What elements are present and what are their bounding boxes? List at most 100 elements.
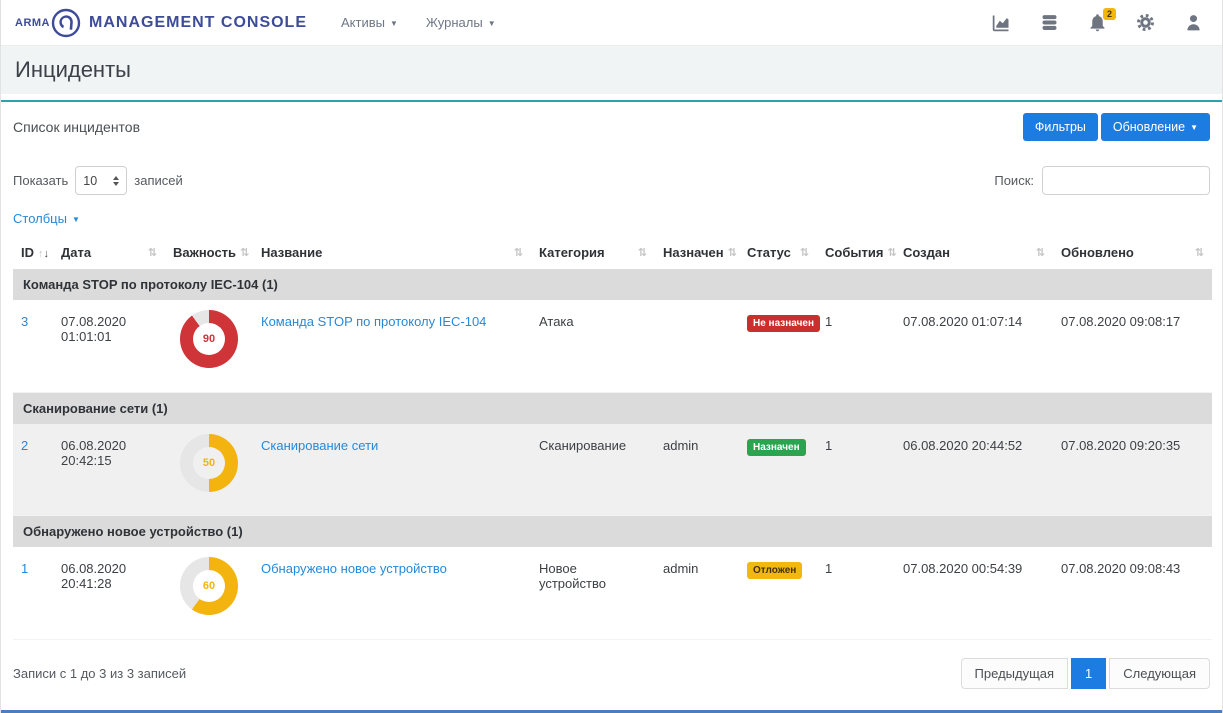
chevron-down-icon: ▼	[1190, 124, 1198, 132]
sort-icon: ⇅	[638, 246, 647, 259]
column-header-assignee[interactable]: Назначен⇅	[655, 236, 739, 269]
incident-name-link[interactable]: Команда STOP по протоколу IEC-104	[261, 314, 486, 329]
group-header-row: Команда STOP по протоколу IEC-104 (1)	[13, 269, 1212, 300]
page-title: Инциденты	[15, 57, 131, 83]
chevron-down-icon: ▼	[72, 216, 80, 224]
incident-category: Сканирование	[531, 424, 655, 516]
incident-name-link[interactable]: Сканирование сети	[261, 438, 378, 453]
incident-created: 07.08.2020 01:07:14	[895, 300, 1053, 392]
column-header-name[interactable]: Название⇅	[253, 236, 531, 269]
pagination-next-button[interactable]: Следующая	[1109, 658, 1210, 689]
brand-logo[interactable]: ARMA MANAGEMENT CONSOLE	[15, 8, 307, 38]
pagination-page-1-button[interactable]: 1	[1071, 658, 1106, 689]
incident-updated: 07.08.2020 09:20:35	[1053, 424, 1212, 516]
incident-id-link[interactable]: 2	[21, 438, 28, 453]
nav-menu-assets[interactable]: Активы ▼	[341, 15, 398, 30]
group-label: Сканирование сети (1)	[13, 392, 1212, 424]
severity-donut-chart: 50	[180, 434, 238, 492]
search-label: Поиск:	[994, 173, 1034, 188]
incident-name-link[interactable]: Обнаружено новое устройство	[261, 561, 447, 576]
sort-icon: ⇅	[887, 246, 896, 259]
card-actions: Фильтры Обновление ▼	[1023, 113, 1210, 141]
sort-icon: ⇅	[240, 246, 249, 259]
group-label: Команда STOP по протоколу IEC-104 (1)	[13, 269, 1212, 300]
card-title: Список инцидентов	[13, 119, 140, 135]
column-header-status[interactable]: Статус⇅	[739, 236, 817, 269]
pagination: Предыдущая 1 Следующая	[961, 658, 1210, 689]
sort-icon: ⇅	[800, 246, 809, 259]
sort-icon: ⇅	[514, 246, 523, 259]
column-header-created[interactable]: Создан⇅	[895, 236, 1053, 269]
incident-category: Атака	[531, 300, 655, 392]
severity-value: 90	[203, 333, 215, 345]
brand-arma-text: ARMA	[15, 17, 50, 29]
status-badge: Назначен	[747, 439, 806, 456]
refresh-button[interactable]: Обновление ▼	[1101, 113, 1210, 141]
sort-icon: ⇅	[148, 246, 157, 259]
notification-badge: 2	[1103, 8, 1116, 21]
search-input[interactable]	[1042, 166, 1210, 195]
column-header-severity[interactable]: Важность⇅	[165, 236, 253, 269]
incident-created: 07.08.2020 00:54:39	[895, 547, 1053, 639]
incident-date: 06.08.2020 20:42:15	[53, 424, 165, 516]
page-size-select[interactable]: 10	[75, 166, 127, 195]
severity-donut-chart: 90	[180, 310, 238, 368]
group-label: Обнаружено новое устройство (1)	[13, 516, 1212, 548]
columns-button[interactable]: Столбцы ▼	[13, 211, 80, 226]
incidents-card: Список инцидентов Фильтры Обновление ▼ П…	[1, 100, 1222, 705]
sort-desc-icon: ↓	[44, 248, 50, 260]
records-label: записей	[134, 173, 182, 188]
column-header-events[interactable]: События⇅	[817, 236, 895, 269]
incident-events-count: 1	[817, 300, 895, 392]
status-badge: Не назначен	[747, 315, 820, 332]
top-navbar: ARMA MANAGEMENT CONSOLE Активы ▼ Журналы…	[1, 0, 1222, 46]
incident-updated: 07.08.2020 09:08:43	[1053, 547, 1212, 639]
table-header-row: ID↑↓ Дата⇅ Важность⇅ Название⇅ Категория…	[13, 236, 1212, 269]
column-header-category[interactable]: Категория⇅	[531, 236, 655, 269]
incident-id-link[interactable]: 3	[21, 314, 28, 329]
nav-menu-journals[interactable]: Журналы ▼	[426, 15, 496, 30]
show-label: Показать	[13, 173, 68, 188]
incident-events-count: 1	[817, 424, 895, 516]
column-header-id[interactable]: ID↑↓	[13, 236, 53, 269]
filters-button[interactable]: Фильтры	[1023, 113, 1098, 141]
brand-title: MANAGEMENT CONSOLE	[89, 14, 307, 32]
status-badge: Отложен	[747, 562, 802, 579]
arma-helmet-logo-icon	[51, 8, 81, 38]
sort-icon: ⇅	[1036, 246, 1045, 259]
severity-value: 50	[203, 457, 215, 469]
severity-donut-chart: 60	[180, 557, 238, 615]
analytics-icon[interactable]	[990, 12, 1012, 34]
column-header-date[interactable]: Дата⇅	[53, 236, 165, 269]
incident-updated: 07.08.2020 09:08:17	[1053, 300, 1212, 392]
incident-category: Новое устройство	[531, 547, 655, 639]
incident-assignee	[655, 300, 739, 392]
sort-icon: ⇅	[1195, 246, 1204, 259]
incident-assignee: admin	[655, 424, 739, 516]
filters-button-label: Фильтры	[1035, 120, 1086, 134]
incident-created: 06.08.2020 20:44:52	[895, 424, 1053, 516]
records-info: Записи с 1 до 3 из 3 записей	[13, 666, 186, 681]
incident-events-count: 1	[817, 547, 895, 639]
pagination-prev-button[interactable]: Предыдущая	[961, 658, 1069, 689]
group-header-row: Обнаружено новое устройство (1)	[13, 516, 1212, 548]
page-size-control: Показать 10 записей	[13, 166, 183, 195]
user-icon[interactable]	[1182, 12, 1204, 34]
database-icon[interactable]	[1038, 12, 1060, 34]
table-row: 3 07.08.2020 01:01:01 90 Команда STOP по…	[13, 300, 1212, 392]
table-row: 2 06.08.2020 20:42:15 50 Сканирование се…	[13, 424, 1212, 516]
group-header-row: Сканирование сети (1)	[13, 392, 1212, 424]
severity-value: 60	[203, 580, 215, 592]
column-header-updated[interactable]: Обновлено⇅	[1053, 236, 1212, 269]
incidents-table: ID↑↓ Дата⇅ Важность⇅ Название⇅ Категория…	[13, 236, 1212, 640]
incident-date: 06.08.2020 20:41:28	[53, 547, 165, 639]
page-title-band: Инциденты	[1, 46, 1222, 94]
refresh-button-label: Обновление	[1113, 120, 1185, 134]
notifications-icon[interactable]: 2	[1086, 12, 1108, 34]
sort-icon: ⇅	[728, 246, 737, 259]
gear-icon[interactable]	[1134, 12, 1156, 34]
incident-date: 07.08.2020 01:01:01	[53, 300, 165, 392]
chevron-down-icon: ▼	[488, 20, 496, 28]
incident-id-link[interactable]: 1	[21, 561, 28, 576]
chevron-down-icon: ▼	[390, 20, 398, 28]
